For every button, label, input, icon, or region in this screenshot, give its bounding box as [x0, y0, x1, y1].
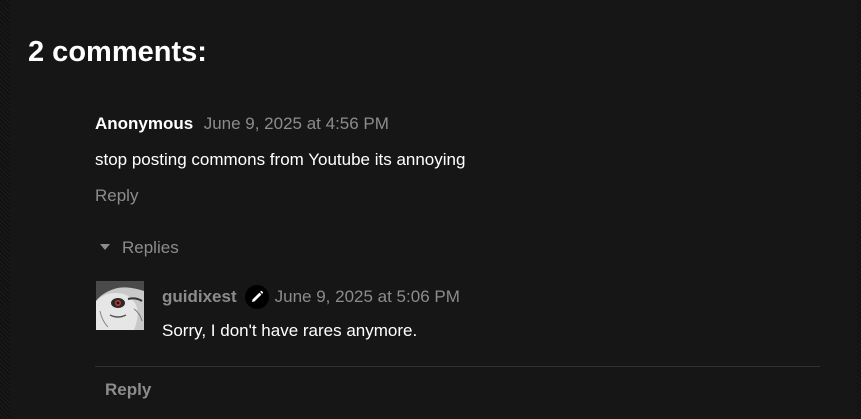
thread-divider: [95, 366, 820, 367]
comment-body: stop posting commons from Youtube its an…: [95, 150, 466, 169]
caret-down-icon: [100, 244, 110, 250]
reply-header: guidixest June 9, 2025 at 5:06 PM: [162, 285, 460, 309]
reply-author[interactable]: guidixest: [162, 287, 237, 307]
comment-timestamp[interactable]: June 9, 2025 at 4:56 PM: [204, 114, 389, 133]
replies-toggle-label: Replies: [122, 238, 179, 257]
comments-count-heading: 2 comments:: [28, 36, 207, 68]
avatar[interactable]: [96, 281, 144, 330]
reply-body: Sorry, I don't have rares anymore.: [162, 321, 418, 340]
comment-reply-link[interactable]: Reply: [95, 186, 138, 206]
avatar-portrait-icon: [96, 281, 144, 330]
left-border-pattern: [0, 0, 10, 419]
comment-header: Anonymous June 9, 2025 at 4:56 PM: [95, 114, 389, 135]
right-border-pattern: [857, 0, 861, 419]
replies-toggle[interactable]: Replies: [100, 238, 179, 258]
comment-author: Anonymous: [95, 114, 194, 133]
reply-timestamp[interactable]: June 9, 2025 at 5:06 PM: [275, 287, 460, 307]
thread-reply-button[interactable]: Reply: [105, 380, 151, 400]
pencil-icon: [244, 285, 269, 309]
